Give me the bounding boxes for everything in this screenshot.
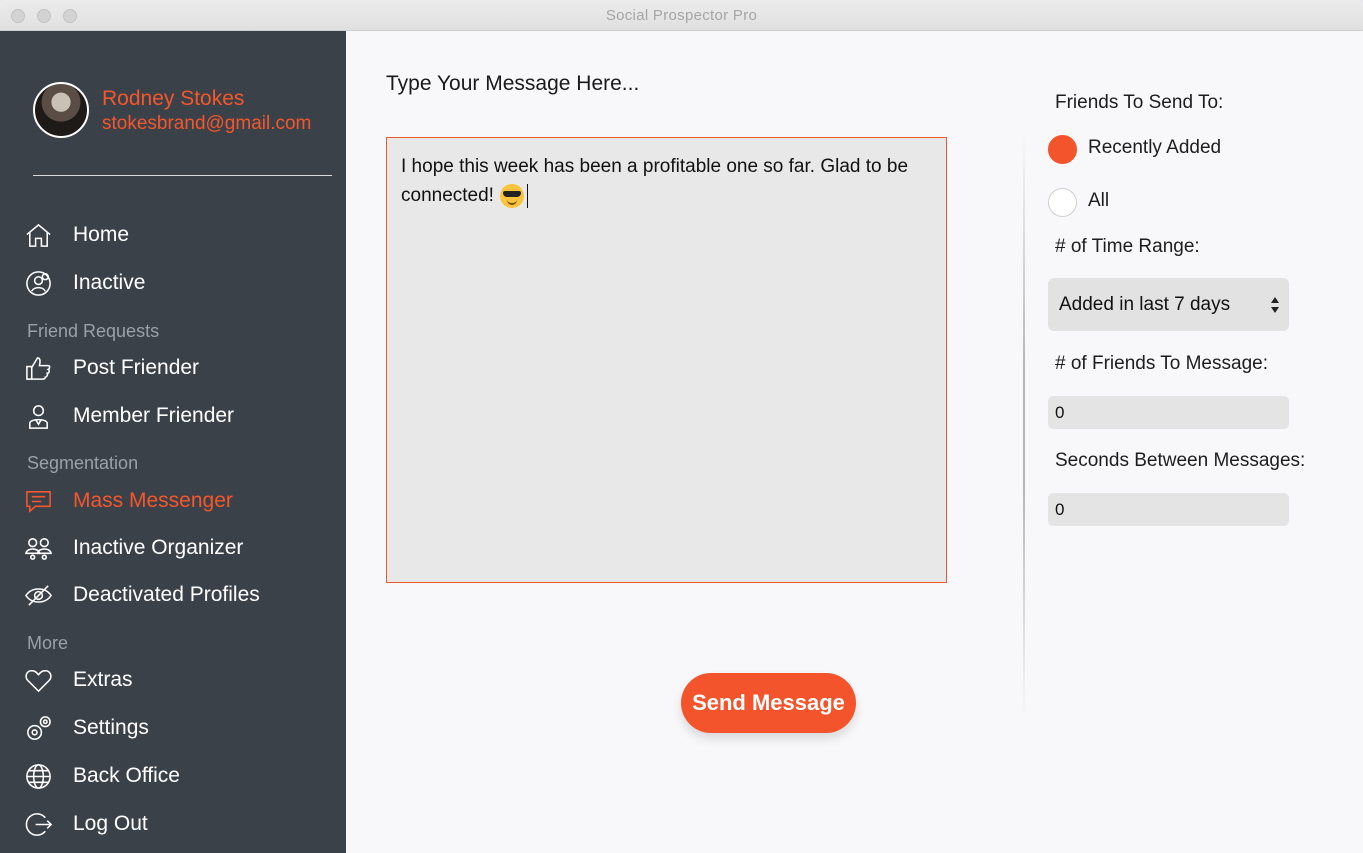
seconds-between-input[interactable] [1048,493,1289,526]
sidebar-item-settings[interactable]: Settings [24,712,324,744]
sidebar-item-home[interactable]: Home [24,219,324,251]
sidebar-item-log-out[interactable]: Log Out [24,808,324,840]
sidebar-item-label: Inactive Organizer [73,536,244,559]
message-textarea[interactable]: I hope this week has been a profitable o… [386,137,947,583]
radio-recently-added-label[interactable]: Recently Added [1088,137,1221,159]
globe-icon [26,763,51,789]
member-icon [29,404,48,429]
sidebar-item-label: Extras [73,668,133,691]
sidebar-item-label: Member Friender [73,404,235,427]
message-text: I hope this week has been a profitable o… [401,156,909,206]
radio-all-label[interactable]: All [1088,190,1109,212]
sidebar-item-label: Post Friender [73,356,200,379]
seconds-between-label: Seconds Between Messages: [1055,450,1306,471]
time-range-value: Added in last 7 days [1059,293,1231,315]
message-icon [26,490,51,513]
home-icon [26,223,51,247]
section-more: More [27,633,69,653]
inactive-user-icon [26,270,51,296]
panel-divider [1023,135,1025,720]
gears-icon [27,715,51,740]
thumbs-up-icon [26,356,51,380]
sidebar-item-member-friender[interactable]: Member Friender [24,400,324,432]
sidebar-item-label: Home [73,223,130,246]
user-name: Rodney Stokes [102,87,245,110]
send-message-button[interactable]: Send Message [681,673,856,733]
friends-to-send-label: Friends To Send To: [1055,92,1224,113]
logout-icon [25,812,53,836]
group-icon [25,537,52,560]
sidebar-item-label: Log Out [73,812,148,835]
radio-all[interactable] [1048,188,1077,217]
sunglasses-emoji-icon [499,183,524,208]
sidebar-item-back-office[interactable]: Back Office [24,760,324,792]
eye-slash-icon [25,584,52,606]
sidebar-item-label: Inactive [73,271,146,294]
text-caret [526,183,528,208]
radio-recently-added[interactable] [1048,135,1077,164]
user-email: stokesbrand@gmail.com [102,113,312,134]
sidebar-item-label: Back Office [73,764,180,787]
select-arrows-icon [1271,297,1279,313]
section-segmentation: Segmentation [27,453,139,473]
avatar [33,82,89,138]
sidebar: Rodney Stokes stokesbrand@gmail.com Home… [0,31,346,853]
page-title: Type Your Message Here... [386,72,640,95]
sidebar-item-post-friender[interactable]: Post Friender [24,352,324,384]
title-bar: Social Prospector Pro [0,0,1363,31]
time-range-label: # of Time Range: [1055,236,1200,257]
friends-count-label: # of Friends To Message: [1055,353,1268,374]
sidebar-item-extras[interactable]: Extras [24,664,324,696]
section-friend-requests: Friend Requests [27,321,160,341]
window-title: Social Prospector Pro [605,7,758,24]
heart-icon [25,669,52,692]
sidebar-item-label: Settings [73,716,149,739]
app-window: Social Prospector Pro Rodney Stokes stok… [0,0,1363,853]
sidebar-item-inactive-organizer[interactable]: Inactive Organizer [24,532,324,564]
sidebar-divider [33,175,332,176]
sidebar-item-label: Deactivated Profiles [73,583,260,606]
sidebar-item-label: Mass Messenger [73,489,233,512]
sidebar-item-inactive[interactable]: Inactive [24,267,324,299]
sidebar-item-mass-messenger[interactable]: Mass Messenger [24,485,324,517]
time-range-select[interactable]: Added in last 7 days [1048,278,1289,331]
sidebar-item-deactivated-profiles[interactable]: Deactivated Profiles [24,579,324,611]
friends-count-input[interactable] [1048,396,1289,429]
